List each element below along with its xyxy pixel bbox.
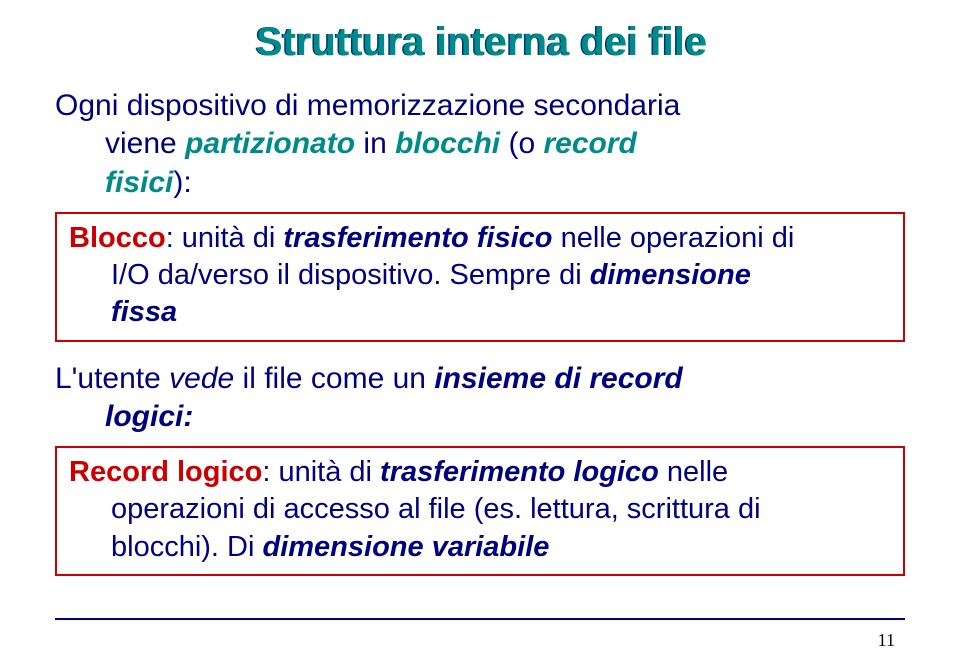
intro-paragraph: Ogni dispositivo di memorizzazione secon… [55, 87, 905, 202]
mid-line2: logici: [55, 400, 193, 433]
slide-page: Struttura interna dei file Struttura int… [0, 0, 960, 671]
definition-box-blocco: Blocco: unità di trasferimento fisico ne… [55, 212, 905, 341]
slide-title: Struttura interna dei file Struttura int… [55, 20, 905, 65]
page-number: 11 [878, 630, 895, 651]
mid-line1: L'utente vede il file come un insieme di… [55, 362, 683, 395]
intro-line3: fisici): [55, 166, 192, 199]
intro-line2: viene partizionato in blocchi (o record [55, 127, 637, 160]
definition-box-record-logico: Record logico: unità di trasferimento lo… [55, 446, 905, 575]
box2-text: Record logico: unità di trasferimento lo… [69, 454, 891, 565]
intro-line1: Ogni dispositivo di memorizzazione secon… [55, 89, 680, 122]
mid-paragraph: L'utente vede il file come un insieme di… [55, 360, 905, 437]
box1-text: Blocco: unità di trasferimento fisico ne… [69, 220, 891, 331]
footer-divider [55, 618, 905, 621]
